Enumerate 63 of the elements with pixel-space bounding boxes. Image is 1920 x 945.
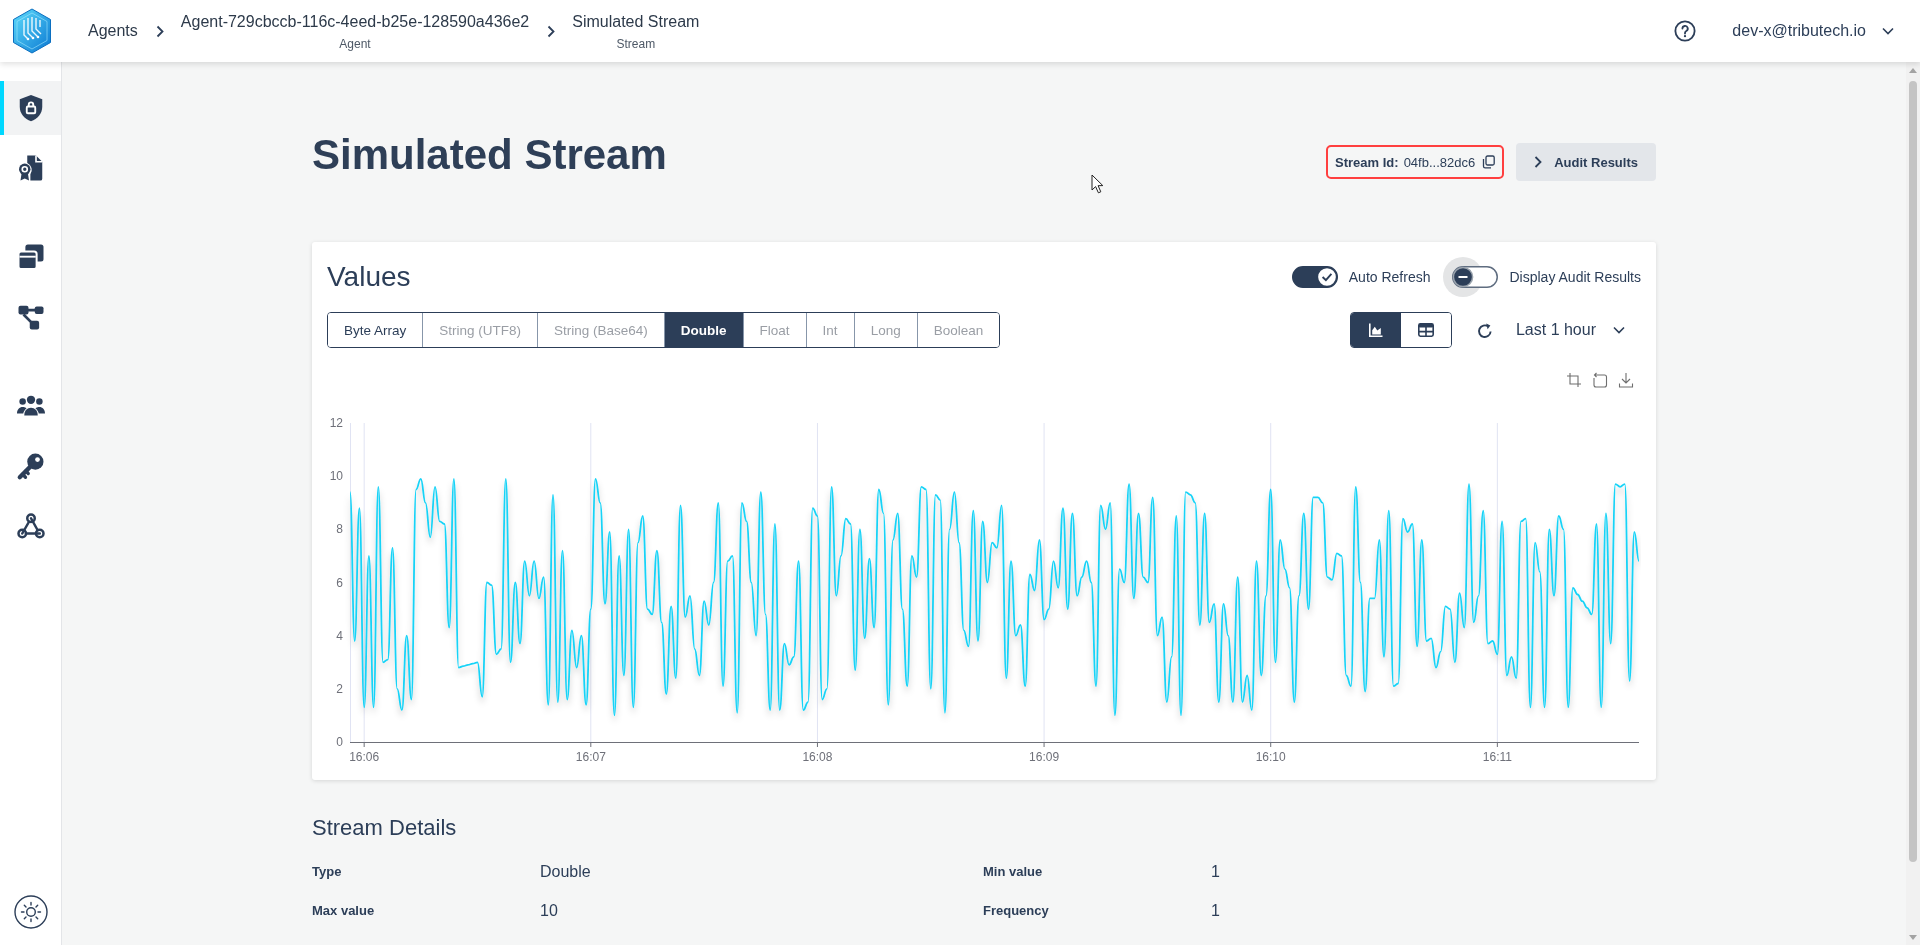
breadcrumb-link[interactable]: Simulated Stream <box>572 11 700 32</box>
chevron-right-icon <box>1534 156 1543 168</box>
chevron-down-icon <box>1882 27 1894 35</box>
breadcrumb-link[interactable]: Agents <box>88 21 138 41</box>
x-axis-label: 16:07 <box>575 750 606 764</box>
view-button[interactable] <box>1350 313 1401 347</box>
time-range-dropdown[interactable]: Last 1 hour <box>1515 321 1625 339</box>
sidebar-item[interactable] <box>0 81 61 135</box>
download-icon[interactable] <box>1618 372 1634 388</box>
crop-icon[interactable] <box>1566 372 1582 388</box>
scrollbar-thumb[interactable] <box>1909 81 1917 862</box>
y-axis-label: 4 <box>336 628 343 643</box>
check-icon <box>1321 272 1333 282</box>
x-axis-label: 16:10 <box>1255 750 1286 764</box>
table-icon <box>1417 323 1434 337</box>
detail-value: 1 <box>1211 862 1220 882</box>
x-axis-label: 16:06 <box>349 750 380 764</box>
detail-label: Frequency <box>983 902 1049 920</box>
y-axis-label: 8 <box>336 522 343 537</box>
stream-id-label: Stream Id: <box>1335 154 1399 170</box>
scrollbar[interactable] <box>1906 62 1920 945</box>
y-axis-label: 0 <box>336 735 343 749</box>
detail-value: 1 <box>1211 901 1220 921</box>
y-axis-label: 6 <box>336 575 343 590</box>
sun-icon[interactable] <box>13 895 48 929</box>
x-axis-label: 16:09 <box>1029 750 1060 764</box>
hexagon-logo-icon[interactable] <box>12 8 52 54</box>
y-axis-label: 10 <box>329 469 343 484</box>
detail-label: Min value <box>983 863 1043 881</box>
type-tab[interactable]: Double <box>663 313 743 347</box>
toggle-label: Display Audit Results <box>1509 269 1641 285</box>
x-axis-label: 16:08 <box>802 750 833 764</box>
key-icon <box>15 451 46 481</box>
chevron-right-icon <box>155 24 164 38</box>
chevron-right-icon <box>547 24 556 38</box>
mouse-pointer-icon <box>1091 174 1104 194</box>
detail-value: Double <box>540 862 591 882</box>
card-title: Values <box>327 262 411 292</box>
y-axis-label: 12 <box>329 416 343 430</box>
x-axis-label: 16:11 <box>1482 750 1512 764</box>
linked-circles-icon <box>15 511 46 541</box>
minus-icon <box>1458 276 1469 278</box>
breadcrumb-link[interactable]: Agent-729cbccb-116c-4eed-b25e-128590a436e2 <box>180 11 530 32</box>
area-chart-icon <box>1367 322 1384 338</box>
toggle-switch[interactable] <box>1291 266 1338 288</box>
toggle-label: Auto Refresh <box>1348 269 1431 285</box>
section-title: Stream Details <box>312 816 457 840</box>
detail-label: Type <box>312 863 342 881</box>
detail-label: Max value <box>312 902 375 920</box>
help-icon[interactable] <box>1674 20 1697 42</box>
audit-results-button[interactable]: Audit Results <box>1516 143 1656 181</box>
breadcrumb-caption: Agent <box>339 36 371 52</box>
breadcrumb-caption: Stream <box>616 36 656 52</box>
page-title: Simulated Stream <box>312 130 667 180</box>
detail-value: 10 <box>540 901 558 921</box>
chevron-down-icon <box>1613 326 1625 334</box>
refresh-icon[interactable] <box>1476 321 1493 339</box>
toggle-switch[interactable] <box>1443 257 1499 297</box>
copy-icon[interactable] <box>1482 155 1496 169</box>
user-menu-button[interactable]: dev-x@tributech.io <box>1732 22 1894 40</box>
stream-id-value: 04fb...82dc6 <box>1403 154 1476 170</box>
y-axis-label: 2 <box>336 681 343 696</box>
square-arrow-icon[interactable] <box>1592 372 1608 388</box>
